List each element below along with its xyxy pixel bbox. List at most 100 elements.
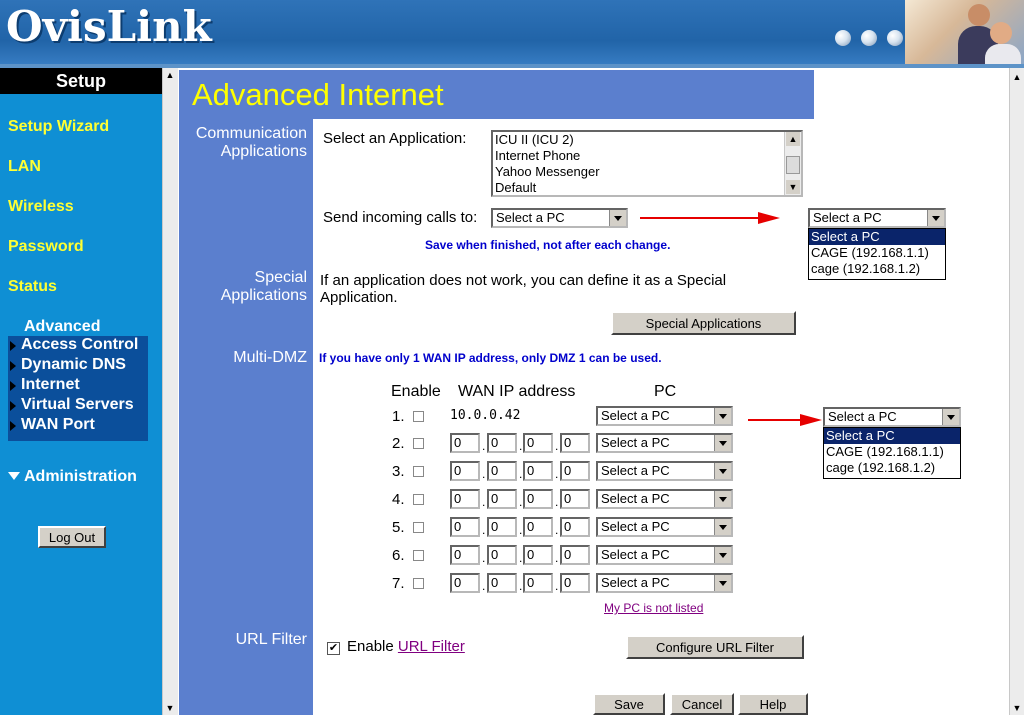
ip-octet-input[interactable]: 0 — [523, 573, 553, 593]
pc-dropdown-list[interactable]: Select a PC CAGE (192.168.1.1) cage (192… — [808, 228, 946, 280]
dmz-pc-select[interactable]: Select a PC — [596, 573, 733, 593]
dmz-pc-select[interactable]: Select a PC — [596, 461, 733, 481]
link-text[interactable]: My PC is not listed — [604, 601, 703, 615]
ip-octet-input[interactable]: 0 — [487, 573, 517, 593]
sidebar-item-internet[interactable]: Internet — [21, 376, 80, 394]
globe-icon — [835, 30, 851, 46]
send-calls-select[interactable]: Select a PC — [491, 208, 628, 228]
ip-octet-input[interactable]: 0 — [560, 489, 590, 509]
scroll-up-icon[interactable]: ▲ — [1010, 70, 1024, 84]
ip-octet-input[interactable]: 0 — [523, 461, 553, 481]
help-button[interactable]: Help — [738, 693, 808, 715]
sidebar-item-access-control[interactable]: Access Control — [21, 336, 138, 354]
main-scrollbar[interactable]: ▲ ▼ — [1009, 68, 1024, 715]
triangle-down-icon — [8, 472, 20, 480]
url-filter-checkbox[interactable]: ✔ — [327, 642, 340, 655]
list-item[interactable]: Yahoo Messenger — [493, 164, 801, 180]
sidebar-item-password[interactable]: Password — [8, 238, 84, 256]
ip-octet-input[interactable]: 0 — [450, 517, 480, 537]
enable-checkbox[interactable] — [413, 494, 424, 505]
dmz-pc-select[interactable]: Select a PC — [596, 517, 733, 537]
save-button[interactable]: Save — [593, 693, 665, 715]
ip-octet-input[interactable]: 0 — [560, 545, 590, 565]
scroll-down-icon[interactable]: ▼ — [1010, 701, 1024, 715]
cancel-button[interactable]: Cancel — [670, 693, 734, 715]
ip-octet-input[interactable]: 0 — [487, 545, 517, 565]
ip-octet-input[interactable]: 0 — [560, 517, 590, 537]
scroll-down-icon[interactable]: ▼ — [786, 180, 800, 194]
sidebar-item-setup-wizard[interactable]: Setup Wizard — [8, 118, 109, 136]
ip-octet-input[interactable]: 0 — [487, 517, 517, 537]
special-applications-button[interactable]: Special Applications — [611, 311, 796, 335]
pc-select-expanded[interactable]: Select a PC — [808, 208, 946, 228]
sidebar-scrollbar[interactable]: ▲ ▼ — [162, 68, 178, 715]
sidebar-item-wireless[interactable]: Wireless — [8, 198, 74, 216]
ip-octet-input[interactable]: 0 — [487, 461, 517, 481]
list-item[interactable]: ICU II (ICU 2) — [493, 132, 801, 148]
ip-octet-input[interactable]: 0 — [523, 517, 553, 537]
dropdown-option[interactable]: Select a PC — [809, 229, 945, 245]
ip-octet-input[interactable]: 0 — [450, 461, 480, 481]
chevron-down-icon — [714, 547, 731, 563]
listbox-scrollbar[interactable]: ▲ ▼ — [784, 132, 801, 195]
enable-checkbox[interactable] — [413, 438, 424, 449]
logout-button[interactable]: Log Out — [38, 526, 106, 548]
dropdown-option[interactable]: CAGE (192.168.1.1) — [824, 444, 960, 460]
dmz-pc-select[interactable]: Select a PC — [596, 406, 733, 426]
globe-icon — [887, 30, 903, 46]
configure-url-filter-button[interactable]: Configure URL Filter — [626, 635, 804, 659]
triangle-right-icon — [10, 341, 16, 351]
triangle-right-icon — [10, 401, 16, 411]
ip-octet-input[interactable]: 0 — [560, 433, 590, 453]
sidebar-item-lan[interactable]: LAN — [8, 158, 41, 176]
dmz-pc-select[interactable]: Select a PC — [596, 545, 733, 565]
ip-octet-input[interactable]: 0 — [450, 573, 480, 593]
sidebar-item-status[interactable]: Status — [8, 278, 57, 296]
ip-octet-input[interactable]: 0 — [523, 545, 553, 565]
ip-octet-input[interactable]: 0 — [450, 433, 480, 453]
application-listbox[interactable]: ICU II (ICU 2) Internet Phone Yahoo Mess… — [491, 130, 803, 197]
dmz-pc-select[interactable]: Select a PC — [596, 489, 733, 509]
ip-octet-input[interactable]: 0 — [560, 461, 590, 481]
sidebar-item-virtual-servers[interactable]: Virtual Servers — [21, 396, 134, 414]
page-title: Advanced Internet — [192, 77, 444, 112]
my-pc-not-listed-link[interactable]: My PC is not listed — [604, 601, 703, 615]
ip-octet-input[interactable]: 0 — [523, 433, 553, 453]
ip-octet-input[interactable]: 0 — [450, 545, 480, 565]
scroll-up-icon[interactable]: ▲ — [786, 132, 800, 146]
chevron-down-icon — [714, 575, 731, 591]
list-item[interactable]: Default — [493, 180, 801, 196]
enable-checkbox[interactable] — [413, 411, 424, 422]
sidebar-item-wan-port[interactable]: WAN Port — [21, 416, 95, 434]
ip-octet-input[interactable]: 0 — [450, 489, 480, 509]
row-number: 5. — [392, 519, 405, 536]
ip-separator: . — [482, 467, 486, 481]
scroll-up-icon[interactable]: ▲ — [163, 68, 177, 82]
dropdown-option[interactable]: cage (192.168.1.2) — [809, 261, 945, 277]
enable-checkbox[interactable] — [413, 550, 424, 561]
enable-checkbox[interactable] — [413, 522, 424, 533]
enable-checkbox[interactable] — [413, 466, 424, 477]
ip-octet-input[interactable]: 0 — [560, 573, 590, 593]
sidebar-item-administration[interactable]: Administration — [8, 468, 137, 486]
dropdown-option[interactable]: CAGE (192.168.1.1) — [809, 245, 945, 261]
scroll-thumb[interactable] — [786, 156, 800, 174]
dmz-pc-select[interactable]: Select a PC — [596, 433, 733, 453]
ip-separator: . — [519, 579, 523, 593]
scroll-down-icon[interactable]: ▼ — [163, 701, 177, 715]
ip-octet-input[interactable]: 0 — [523, 489, 553, 509]
ip-octet-input[interactable]: 0 — [487, 433, 517, 453]
enable-checkbox[interactable] — [413, 578, 424, 589]
pc-select-expanded[interactable]: Select a PC — [823, 407, 961, 427]
dropdown-option[interactable]: Select a PC — [824, 428, 960, 444]
list-item[interactable]: Internet Phone — [493, 148, 801, 164]
dropdown-option[interactable]: cage (192.168.1.2) — [824, 460, 960, 476]
url-filter-link[interactable]: URL Filter — [398, 638, 465, 655]
section-label-special: Special Applications — [221, 269, 307, 305]
sidebar-item-dynamic-dns[interactable]: Dynamic DNS — [21, 356, 126, 374]
ip-octet-input[interactable]: 0 — [487, 489, 517, 509]
sidebar-item-label: Administration — [24, 468, 137, 485]
col-header-pc: PC — [654, 383, 677, 400]
select-value: Select a PC — [828, 409, 897, 424]
pc-dropdown-list[interactable]: Select a PC CAGE (192.168.1.1) cage (192… — [823, 427, 961, 479]
